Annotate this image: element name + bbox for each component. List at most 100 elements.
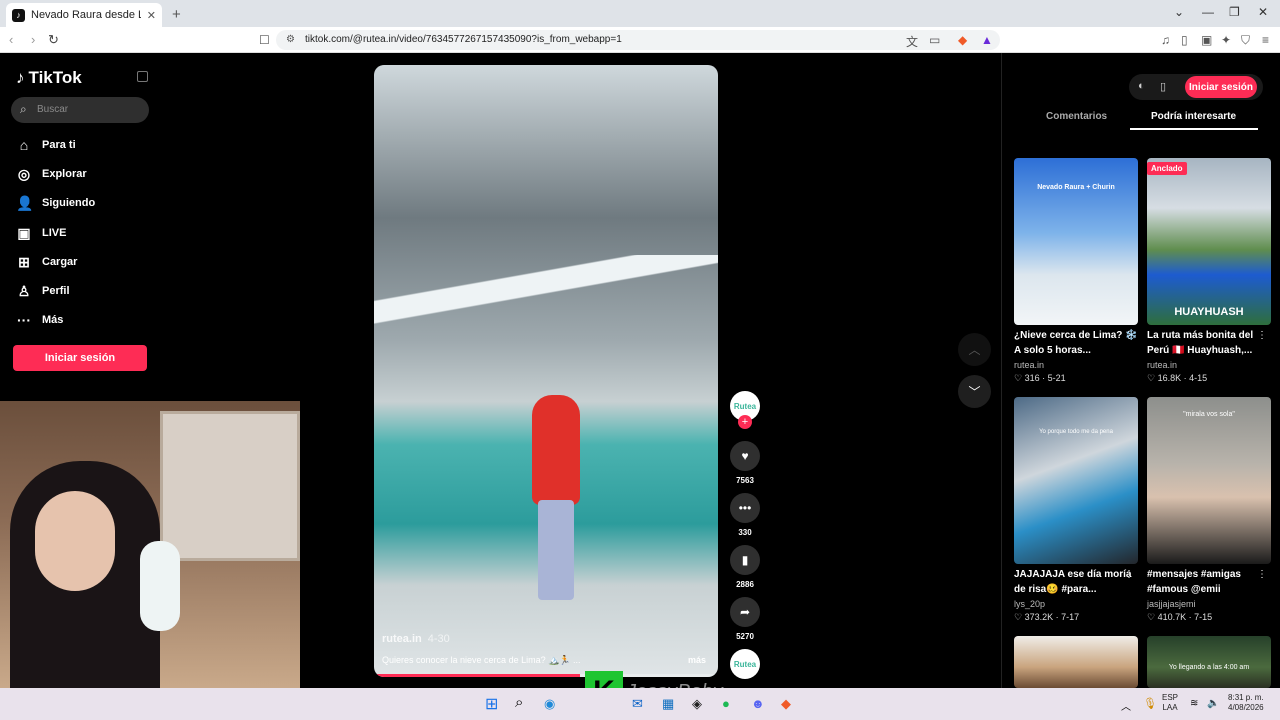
brave-rewards-icon[interactable]: ▲ bbox=[981, 33, 993, 47]
card-thumbnail: Yo llegando a las 4:00 am bbox=[1147, 636, 1271, 688]
brave-taskbar-icon[interactable]: ◆ bbox=[781, 696, 791, 712]
card-thumbnail: Yo porque todo me da pena bbox=[1014, 397, 1138, 564]
microphone-icon[interactable]: 🎙 bbox=[1143, 697, 1157, 710]
taskbar-search-icon[interactable]: ⌕ bbox=[515, 694, 523, 711]
save-button[interactable]: ▮ bbox=[730, 545, 760, 575]
share-count: 5270 bbox=[736, 632, 754, 641]
browser-tab[interactable]: ♪ Nevado Raura desde Lima: to ✕ bbox=[6, 3, 162, 27]
sidebar-item-siguiendo[interactable]: 👤 Siguiendo bbox=[16, 193, 95, 213]
leo-ai-icon[interactable]: ✦ bbox=[1221, 33, 1231, 47]
video-card[interactable]: Anclado HUAYHUASH ⋮ La ruta más bonita d… bbox=[1147, 158, 1271, 384]
caption-more-link[interactable]: más bbox=[688, 655, 706, 665]
close-tab-icon[interactable]: ✕ bbox=[147, 9, 156, 22]
cast-icon[interactable]: ▭ bbox=[929, 33, 940, 47]
forward-icon[interactable]: › bbox=[31, 32, 35, 47]
tab-list-icon[interactable]: ⌄ bbox=[1174, 5, 1184, 19]
collapse-sidebar-icon[interactable] bbox=[137, 71, 148, 82]
card-more-icon[interactable]: ⋮ bbox=[1124, 330, 1134, 341]
recommendations-panel: ◐ ▯ Iniciar sesión Comentarios Podría in… bbox=[1001, 53, 1280, 688]
live-icon: ▣ bbox=[17, 224, 31, 241]
vpn-icon[interactable]: ⛉ bbox=[1241, 33, 1250, 48]
back-icon[interactable]: ‹ bbox=[9, 32, 13, 47]
brave-shield-icon[interactable]: ◆ bbox=[958, 33, 967, 47]
video-caption: Quieres conocer la nieve cerca de Lima? … bbox=[382, 655, 581, 665]
tiktok-page: ♪ TikTok ⌕ Buscar ⌂ Para ti ◎ Explorar 👤 Sig… bbox=[0, 53, 1280, 688]
sound-avatar[interactable]: Rutea bbox=[730, 649, 760, 679]
menu-icon[interactable]: ≡ bbox=[1262, 33, 1269, 47]
sidebar-login-button[interactable]: Iniciar sesión bbox=[13, 345, 147, 371]
next-video-button[interactable]: ﹀ bbox=[958, 375, 991, 408]
wifi-icon[interactable]: ≋ bbox=[1190, 698, 1198, 709]
card-author[interactable]: rutea.in bbox=[1014, 360, 1138, 370]
tray-chevron-icon[interactable]: ︿ bbox=[1121, 698, 1131, 713]
card-title: JAJAJAJA ese día moría de risa🥴 #para... bbox=[1014, 569, 1132, 595]
edge-icon[interactable]: ◉ bbox=[544, 696, 555, 712]
video-snow-ridge bbox=[374, 255, 718, 345]
get-app-icon[interactable]: ▯ bbox=[1160, 80, 1166, 93]
share-button[interactable]: ➦ bbox=[730, 597, 760, 627]
video-progress-bar[interactable] bbox=[374, 674, 718, 677]
site-info-icon[interactable]: ⚙ bbox=[286, 34, 295, 45]
minimize-icon[interactable]: — bbox=[1202, 5, 1214, 19]
sidebar-item-explorar[interactable]: ◎ Explorar bbox=[16, 164, 87, 184]
search-input[interactable]: ⌕ Buscar bbox=[11, 97, 149, 123]
card-thumbnail: Nevado Raura + Churin bbox=[1014, 158, 1138, 325]
app-icon[interactable]: ◈ bbox=[692, 696, 702, 712]
profile-icon: ♙ bbox=[17, 282, 31, 299]
tab-comentarios[interactable]: Comentarios bbox=[1046, 111, 1107, 122]
tiktok-logo[interactable]: ♪ TikTok bbox=[16, 68, 82, 88]
clock[interactable]: 8:31 p. m. 4/08/2026 bbox=[1228, 693, 1264, 713]
follow-plus-icon[interactable]: + bbox=[738, 415, 752, 429]
comment-icon: ••• bbox=[738, 501, 752, 515]
card-stats: ♡ 16.8K · 4-15 bbox=[1147, 373, 1208, 383]
header-login-button[interactable]: Iniciar sesión bbox=[1185, 76, 1257, 98]
like-button[interactable]: ♥ bbox=[730, 441, 760, 471]
video-card[interactable]: "mirala vos sola" ⋮ #mensajes #amigas #f… bbox=[1147, 397, 1271, 623]
sidebar-item-para-ti[interactable]: ⌂ Para ti bbox=[16, 135, 76, 155]
sidebar-toggle-icon[interactable]: ▯ bbox=[1181, 33, 1188, 47]
video-card[interactable] bbox=[1014, 636, 1138, 688]
video-card[interactable]: Yo porque todo me da pena ⋮ JAJAJAJA ese… bbox=[1014, 397, 1138, 623]
card-more-icon[interactable]: ⋮ bbox=[1257, 569, 1267, 580]
wallet-icon[interactable]: ▣ bbox=[1201, 33, 1212, 47]
comment-button[interactable]: ••• bbox=[730, 493, 760, 523]
heart-icon: ♥ bbox=[741, 449, 749, 463]
card-author[interactable]: jasjjajasjemi bbox=[1147, 599, 1271, 609]
translate-icon[interactable]: 文 bbox=[906, 33, 918, 50]
tab-podria-interesarte[interactable]: Podría interesarte bbox=[1151, 111, 1236, 122]
spotify-icon[interactable]: ● bbox=[722, 696, 730, 711]
language-indicator[interactable]: ESP LAA bbox=[1162, 693, 1178, 713]
maximize-icon[interactable]: ❐ bbox=[1229, 5, 1240, 19]
discord-icon[interactable]: ☻ bbox=[751, 696, 765, 711]
previous-video-button[interactable]: ︿ bbox=[958, 333, 991, 366]
video-person bbox=[524, 395, 584, 605]
card-thumbnail-text: Yo porque todo me da pena bbox=[1039, 429, 1113, 435]
creator-tools-icon[interactable]: ◐ bbox=[1138, 80, 1145, 92]
bookmark-page-icon[interactable]: ☐ bbox=[259, 33, 270, 47]
url-field[interactable]: tiktok.com/@rutea.in/video/7634577267157… bbox=[276, 30, 1000, 50]
reload-icon[interactable]: ↻ bbox=[48, 32, 59, 48]
chevron-down-icon: ﹀ bbox=[968, 385, 981, 399]
sidebar-item-mas[interactable]: ··· Más bbox=[16, 310, 63, 330]
sidebar-item-cargar[interactable]: ⊞ Cargar bbox=[16, 252, 77, 272]
outlook-icon[interactable]: ✉ bbox=[632, 696, 643, 712]
video-player[interactable]: rutea.in 4-30 Quieres conocer la nieve ce… bbox=[374, 65, 718, 677]
sidebar-item-perfil[interactable]: ♙ Perfil bbox=[16, 281, 70, 301]
store-icon[interactable]: ▦ bbox=[662, 696, 674, 712]
windows-start-icon[interactable]: ⊞ bbox=[485, 694, 498, 714]
video-author[interactable]: rutea.in 4-30 bbox=[382, 633, 450, 645]
video-card[interactable]: Yo llegando a las 4:00 am bbox=[1147, 636, 1271, 688]
card-title: La ruta más bonita del Perú 🇵🇪 Huayhuash… bbox=[1147, 330, 1254, 356]
new-tab-icon[interactable]: + bbox=[172, 6, 181, 23]
card-more-icon[interactable]: ⋮ bbox=[1124, 569, 1134, 580]
close-window-icon[interactable]: ✕ bbox=[1258, 5, 1268, 19]
card-more-icon[interactable]: ⋮ bbox=[1257, 330, 1267, 341]
compass-icon: ◎ bbox=[17, 165, 31, 182]
media-icon[interactable]: ♫ bbox=[1161, 33, 1170, 47]
card-author[interactable]: lys_20p bbox=[1014, 599, 1138, 609]
volume-icon[interactable]: 🔈 bbox=[1207, 698, 1219, 709]
video-card[interactable]: Nevado Raura + Churin ⋮ ¿Nieve cerca de … bbox=[1014, 158, 1138, 384]
sidebar-item-live[interactable]: ▣ LIVE bbox=[16, 223, 66, 243]
card-author[interactable]: rutea.in bbox=[1147, 360, 1271, 370]
chevron-up-icon: ︿ bbox=[968, 343, 981, 357]
